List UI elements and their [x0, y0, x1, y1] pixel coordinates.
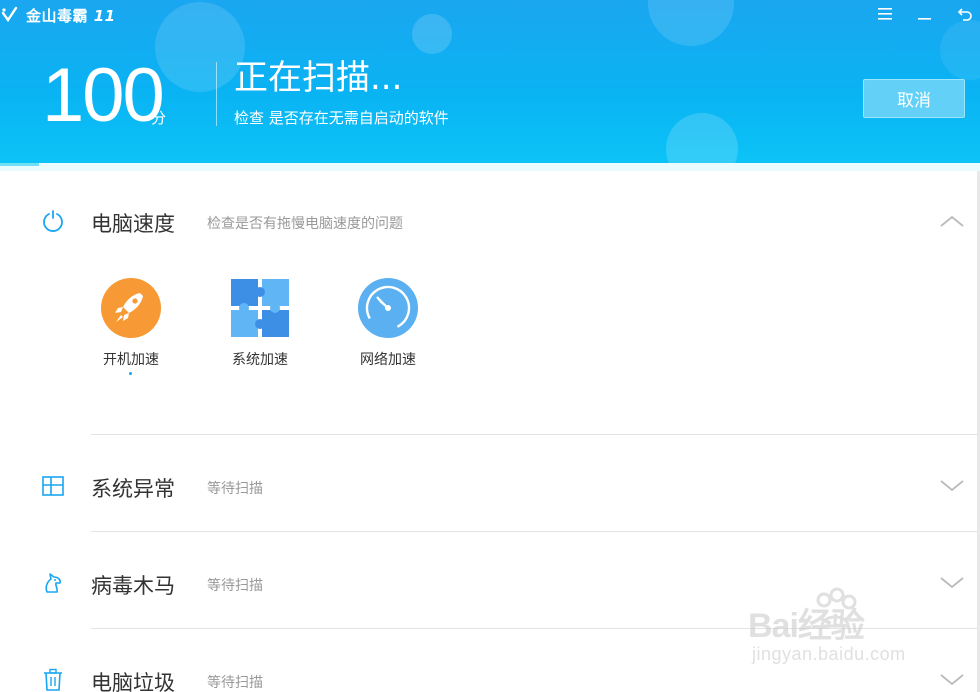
scan-status-title: 正在扫描... [234, 58, 403, 98]
return-icon[interactable] [956, 4, 974, 24]
watermark-url: jingyan.baidu.com [752, 644, 906, 664]
app-logo-icon [0, 5, 20, 25]
baidu-jingyan-watermark: Bai经验 jingyan.baidu.com [748, 586, 928, 670]
app-brand: 金山毒霸 11 [0, 4, 116, 26]
active-indicator [129, 372, 132, 375]
scan-progress-fill [0, 163, 40, 166]
tool-boot-accelerate[interactable]: 开机加速 [86, 277, 176, 375]
windows-icon [40, 473, 66, 499]
tool-system-accelerate[interactable]: 系统加速 [215, 277, 305, 369]
scan-status-detail: 检查 是否存在无需自启动的软件 [234, 109, 449, 127]
menu-icon[interactable] [876, 4, 894, 24]
score-unit: 分 [151, 109, 167, 127]
tool-label: 开机加速 [103, 352, 159, 368]
window-controls [876, 4, 974, 24]
scan-header: 金山毒霸 11 100 分 正在扫描... 检查 是否存在无需自启动的软件 取消 [0, 0, 980, 166]
watermark-brand: Bai经验 [748, 607, 865, 645]
scan-progress-bar [0, 163, 980, 171]
rocket-icon [100, 277, 162, 339]
decor-bubble [648, 0, 734, 46]
section-status: 等待扫描 [207, 578, 263, 594]
decor-bubble [155, 2, 245, 92]
chevron-up-icon[interactable] [938, 211, 966, 231]
chevron-down-icon[interactable] [938, 572, 966, 592]
section-title: 电脑速度 [91, 212, 175, 236]
decor-bubble [412, 14, 452, 54]
horse-icon [40, 570, 66, 596]
decor-bubble [940, 20, 980, 80]
section-divider [91, 531, 977, 532]
section-title: 电脑垃圾 [91, 671, 175, 692]
header-divider [216, 62, 217, 126]
tool-network-accelerate[interactable]: 网络加速 [343, 277, 433, 369]
trash-icon [40, 667, 66, 692]
safety-score: 100 [42, 53, 165, 138]
cancel-button[interactable]: 取消 [863, 79, 965, 118]
section-divider [91, 434, 977, 435]
section-status: 等待扫描 [207, 675, 263, 691]
section-pc-speed[interactable]: 电脑速度 检查是否有拖慢电脑速度的问题 [0, 196, 977, 246]
section-system-anomaly[interactable]: 系统异常 等待扫描 [0, 461, 977, 511]
section-status: 检查是否有拖慢电脑速度的问题 [207, 216, 403, 232]
chevron-down-icon[interactable] [938, 475, 966, 495]
minimize-icon[interactable] [916, 4, 934, 24]
tool-label: 网络加速 [360, 352, 416, 368]
decor-bubble [666, 113, 738, 166]
speedometer-icon [357, 277, 419, 339]
section-title: 病毒木马 [91, 574, 175, 598]
power-icon [40, 208, 66, 234]
puzzle-icon [229, 277, 291, 339]
section-title: 系统异常 [91, 477, 175, 501]
chevron-down-icon[interactable] [938, 669, 966, 689]
section-status: 等待扫描 [207, 481, 263, 497]
app-title: 金山毒霸 11 [26, 6, 116, 25]
tool-label: 系统加速 [232, 352, 288, 368]
